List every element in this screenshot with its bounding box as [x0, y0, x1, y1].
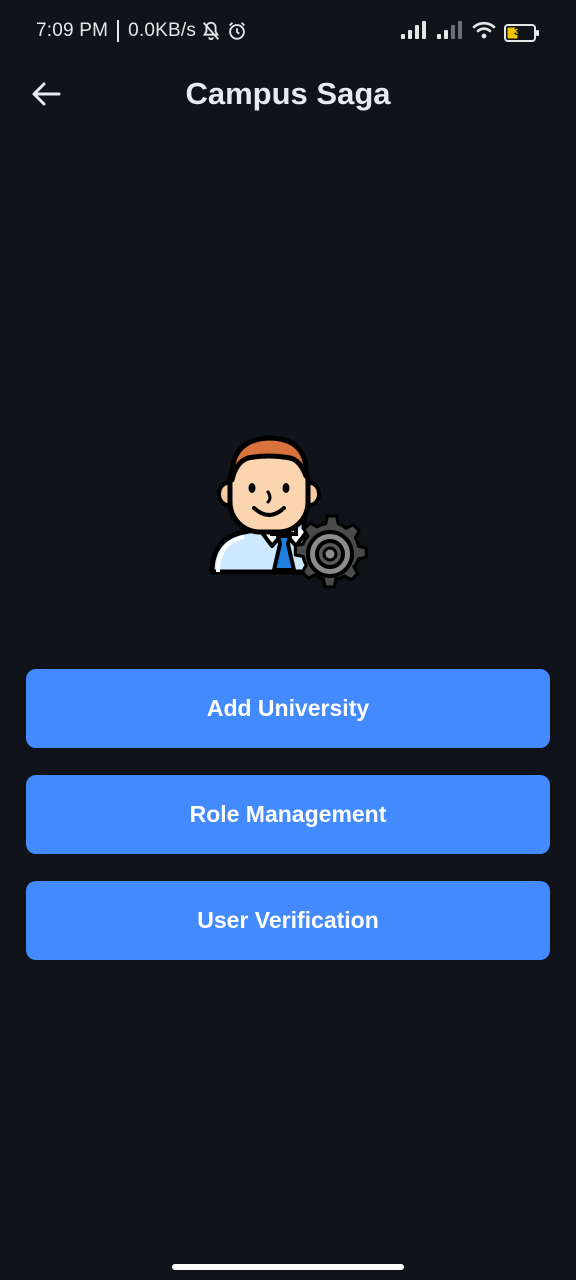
home-indicator[interactable]	[172, 1264, 404, 1270]
battery-level: 31	[514, 25, 527, 38]
signal-icon-2	[436, 20, 464, 45]
status-time: 7:09 PM	[36, 20, 109, 41]
page-title: Campus Saga	[185, 76, 391, 111]
status-network-speed: 0.0KB/s	[128, 20, 197, 41]
screen: 7:09 PM 0.0KB/s 31 Campus Saga Add Unive…	[0, 0, 576, 1280]
add-university-button[interactable]: Add University	[26, 669, 550, 748]
battery-icon: 31	[504, 23, 540, 43]
user-verification-button[interactable]: User Verification	[26, 881, 550, 960]
status-right: 31	[400, 20, 540, 45]
status-left: 7:09 PM 0.0KB/s	[36, 20, 248, 42]
app-bar: Campus Saga	[0, 64, 576, 124]
role-management-button[interactable]: Role Management	[26, 775, 550, 854]
admin-user-gear-illustration	[204, 430, 372, 596]
notifications-off-icon	[200, 20, 222, 42]
status-separator	[117, 20, 120, 42]
signal-icon	[400, 20, 428, 45]
alarm-icon	[226, 20, 248, 42]
status-bar: 7:09 PM 0.0KB/s 31	[0, 0, 576, 64]
wifi-icon	[472, 20, 496, 45]
